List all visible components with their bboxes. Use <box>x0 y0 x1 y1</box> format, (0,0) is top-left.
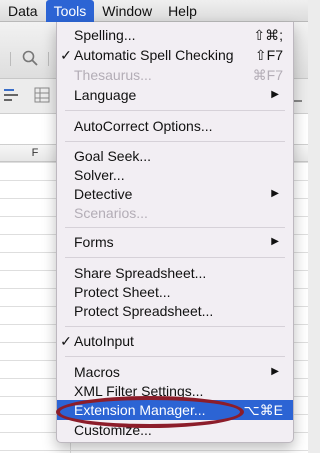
menu-separator <box>65 110 285 111</box>
menu-item-automatic-spell-checking[interactable]: ✓ Automatic Spell Checking ⇧F7 <box>57 45 293 65</box>
menu-separator <box>65 257 285 258</box>
menu-item-xml-filter-settings[interactable]: XML Filter Settings... <box>57 381 293 401</box>
menu-item-label: XML Filter Settings... <box>74 383 204 399</box>
menu-item-shortcut: ⇧⌘; <box>253 27 283 43</box>
toolbar-divider <box>48 52 49 66</box>
menu-item-label: Forms <box>74 234 114 250</box>
menu-separator <box>65 141 285 142</box>
menu-item-label: Detective <box>74 186 133 202</box>
menu-item-label: Spelling... <box>74 27 136 43</box>
menu-item-label: Scenarios... <box>74 205 148 221</box>
menu-item-label: Protect Spreadsheet... <box>74 303 214 319</box>
menu-tools[interactable]: Tools <box>45 0 95 22</box>
menu-help[interactable]: Help <box>160 0 205 22</box>
menu-separator <box>65 356 285 357</box>
menu-item-label: Share Spreadsheet... <box>74 265 207 281</box>
menu-item-label: Goal Seek... <box>74 148 152 164</box>
toolbar-divider <box>10 52 11 66</box>
menu-item-label: Macros <box>74 364 120 380</box>
menu-item-label: Extension Manager... <box>74 402 206 418</box>
menu-item-label: Customize... <box>74 422 152 438</box>
menu-data[interactable]: Data <box>0 0 46 22</box>
menu-item-language[interactable]: Language ▶ <box>57 85 293 105</box>
menu-item-label: Automatic Spell Checking <box>74 47 234 63</box>
menu-item-spelling[interactable]: Spelling... ⇧⌘; <box>57 25 293 45</box>
menu-item-label: Thesaurus... <box>74 67 152 83</box>
menu-item-solver[interactable]: Solver... <box>57 165 293 185</box>
menu-separator <box>65 326 285 327</box>
menu-window[interactable]: Window <box>94 0 160 22</box>
checkmark-icon: ✓ <box>60 47 72 63</box>
menu-item-protect-sheet[interactable]: Protect Sheet... <box>57 282 293 302</box>
submenu-arrow-icon: ▶ <box>271 366 279 377</box>
table-icon[interactable] <box>34 87 50 108</box>
menu-item-extension-manager[interactable]: Extension Manager... ⌥⌘E <box>57 400 293 420</box>
menu-item-macros[interactable]: Macros ▶ <box>57 362 293 382</box>
search-icon[interactable] <box>22 50 38 71</box>
submenu-arrow-icon: ▶ <box>271 89 279 100</box>
menu-item-label: Protect Sheet... <box>74 284 171 300</box>
menu-item-share-spreadsheet[interactable]: Share Spreadsheet... <box>57 263 293 283</box>
menu-item-shortcut: ⇧F7 <box>254 47 283 63</box>
tools-menu: Spelling... ⇧⌘; ✓ Automatic Spell Checki… <box>56 22 294 443</box>
menu-item-label: Solver... <box>74 167 125 183</box>
menu-item-autoinput[interactable]: ✓ AutoInput <box>57 331 293 351</box>
menu-item-scenarios: Scenarios... <box>57 203 293 223</box>
submenu-arrow-icon: ▶ <box>271 236 279 247</box>
menu-item-goal-seek[interactable]: Goal Seek... <box>57 146 293 166</box>
menu-item-label: Language <box>74 87 137 103</box>
menu-item-forms[interactable]: Forms ▶ <box>57 232 293 252</box>
menu-separator <box>65 227 285 228</box>
menu-item-customize[interactable]: Customize... <box>57 420 293 440</box>
menu-item-detective[interactable]: Detective ▶ <box>57 184 293 204</box>
sort-icon[interactable] <box>4 87 22 108</box>
menu-item-label: AutoInput <box>74 333 134 349</box>
menu-item-shortcut: ⌥⌘E <box>243 402 283 418</box>
app-menubar: Data Tools Window Help <box>0 0 308 22</box>
menu-item-thesaurus: Thesaurus... ⌘F7 <box>57 65 293 85</box>
menu-item-autocorrect-options[interactable]: AutoCorrect Options... <box>57 116 293 136</box>
submenu-arrow-icon: ▶ <box>271 188 279 199</box>
menu-item-label: AutoCorrect Options... <box>74 118 213 134</box>
menu-item-shortcut: ⌘F7 <box>252 67 283 83</box>
menu-item-protect-spreadsheet[interactable]: Protect Spreadsheet... <box>57 301 293 321</box>
checkmark-icon: ✓ <box>60 333 72 349</box>
